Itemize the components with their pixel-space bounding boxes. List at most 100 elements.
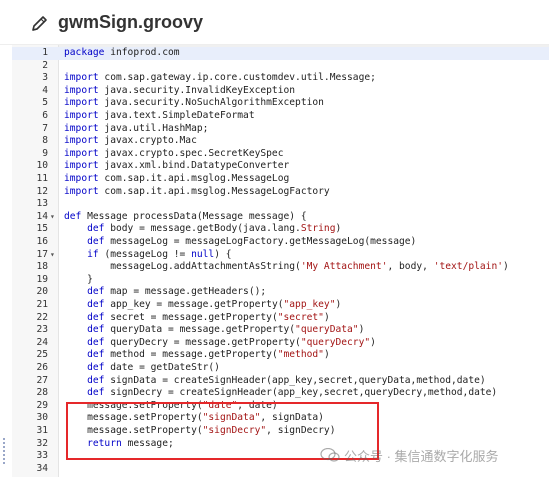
code-line[interactable]: 23 def queryData = message.getProperty("…	[12, 324, 549, 337]
code-line[interactable]: 18 messageLog.addAttachmentAsString('My …	[12, 261, 549, 274]
keyword-token: package	[64, 47, 105, 58]
line-number: 12	[36, 185, 48, 197]
code-line[interactable]: 1 package infoprod.com	[12, 47, 549, 60]
code-line[interactable]: 34	[12, 463, 549, 476]
code-text: def Message processData(Message message)…	[64, 211, 307, 224]
code-line[interactable]: 5 import java.security.NoSuchAlgorithmExc…	[12, 97, 549, 110]
line-number: 29	[36, 399, 48, 411]
code-line[interactable]: 10 import javax.xml.bind.DatatypeConverte…	[12, 160, 549, 173]
code-line[interactable]: 24 def queryDecry = message.getProperty(…	[12, 337, 549, 350]
keyword-token: import	[64, 135, 99, 147]
keyword-token: def	[87, 223, 105, 235]
line-number: 9	[42, 147, 48, 159]
file-title: gwmSign.groovy	[58, 12, 204, 32]
line-number: 10	[36, 160, 48, 172]
line-number: 28	[36, 387, 48, 399]
code-line[interactable]: 16 def messageLog = messageLogFactory.ge…	[12, 236, 549, 249]
code-line[interactable]: 12 import com.sap.it.api.msglog.MessageLo…	[12, 186, 549, 199]
keyword-token: import	[64, 122, 99, 134]
code-token: com.sap.it.api.msglog.MessageLogFactory	[98, 185, 330, 197]
fold-toggle-icon[interactable]: ▾	[50, 211, 58, 224]
code-text: import javax.xml.bind.DatatypeConverter	[64, 160, 289, 173]
string-token: "app_key"	[283, 299, 336, 310]
keyword-token: def	[87, 324, 105, 336]
code-text: def signData = createSignHeader(app_key,…	[64, 375, 486, 388]
fold-toggle-icon[interactable]: ▾	[50, 249, 58, 262]
code-token: queryData = message.getProperty(	[104, 324, 296, 336]
code-line[interactable]: 6 import java.text.SimpleDateFormat	[12, 110, 549, 123]
line-number: 7	[42, 122, 48, 134]
line-number: 27	[36, 374, 48, 386]
code-text: import com.sap.gateway.ip.core.customdev…	[64, 72, 376, 85]
code-token: app_key = message.getProperty(	[104, 299, 284, 310]
code-text: def app_key = message.getProperty("app_k…	[64, 299, 341, 312]
line-number: 22	[36, 311, 48, 323]
code-text: messageLog.addAttachmentAsString('My Att…	[64, 261, 509, 274]
code-line[interactable]: 9 import javax.crypto.spec.SecretKeySpec	[12, 148, 549, 161]
code-line[interactable]: 26 def date = getDateStr()	[12, 362, 549, 375]
keyword-token: import	[64, 72, 99, 84]
line-number: 6	[42, 110, 48, 121]
code-text: import javax.crypto.spec.SecretKeySpec	[64, 148, 284, 161]
keyword-token: import	[64, 185, 99, 197]
code-token: body = message.getBody(java.lang.	[104, 223, 301, 235]
string-token: "queryDecry"	[300, 336, 371, 348]
code-token: java.text.SimpleDateFormat	[98, 110, 255, 121]
line-number: 19	[36, 273, 48, 285]
line-number: 2	[42, 59, 48, 71]
code-token: )	[323, 349, 330, 361]
code-line[interactable]: 8 import javax.crypto.Mac	[12, 135, 549, 148]
keyword-token: def	[87, 374, 105, 386]
edit-icon[interactable]	[30, 13, 50, 33]
string-token: "queryData"	[295, 324, 359, 336]
string-token: String	[300, 223, 336, 235]
line-number: 31	[36, 425, 48, 436]
code-token: , body,	[387, 261, 434, 273]
code-line[interactable]: 25 def method = message.getProperty("met…	[12, 349, 549, 362]
code-line[interactable]: 28 def signDecry = createSignHeader(app_…	[12, 387, 549, 400]
keyword-token: def	[87, 336, 105, 348]
line-number: 11	[36, 173, 48, 184]
code-token: java.security.InvalidKeyException	[98, 84, 296, 96]
code-line[interactable]: 20 def map = message.getHeaders();	[12, 286, 549, 299]
code-line[interactable]: 15 def body = message.getBody(java.lang.…	[12, 223, 549, 236]
code-text: import java.security.InvalidKeyException	[64, 85, 295, 98]
code-line[interactable]: 7 import java.util.HashMap;	[12, 123, 549, 136]
code-line[interactable]: 3 import com.sap.gateway.ip.core.customde…	[12, 72, 549, 85]
code-token: secret = message.getProperty(	[104, 311, 278, 323]
code-line[interactable]: 19 }	[12, 274, 549, 287]
keyword-token: import	[64, 84, 99, 96]
code-line[interactable]: 22 def secret = message.getProperty("sec…	[12, 312, 549, 325]
line-number: 14	[36, 210, 48, 222]
code-token: )	[335, 223, 342, 235]
code-token: queryDecry = message.getProperty(	[104, 336, 301, 348]
keyword-token: def	[64, 210, 82, 222]
code-text: def signDecry = createSignHeader(app_key…	[64, 387, 497, 400]
code-line[interactable]: 13	[12, 198, 549, 211]
code-token: javax.crypto.spec.SecretKeySpec	[98, 147, 284, 159]
code-token: Message processData(Message message) {	[81, 210, 307, 222]
code-token: )	[358, 324, 365, 336]
code-line[interactable]: 2	[12, 60, 549, 73]
code-token: }	[64, 273, 93, 285]
code-line[interactable]: 21 def app_key = message.getProperty("ap…	[12, 299, 549, 312]
line-number: 32	[36, 437, 48, 449]
code-line[interactable]: 27 def signData = createSignHeader(app_k…	[12, 375, 549, 388]
code-line[interactable]: 4 import java.security.InvalidKeyExceptio…	[12, 85, 549, 98]
code-line[interactable]: 17 ▾ if (messageLog != null) {	[12, 249, 549, 262]
code-text: def body = message.getBody(java.lang.Str…	[64, 223, 341, 236]
line-number: 17	[36, 248, 48, 260]
keyword-token: import	[64, 160, 99, 172]
string-token: 'text/plain'	[433, 261, 503, 273]
code-token: ) {	[214, 248, 232, 260]
code-line[interactable]: 11 import com.sap.it.api.msglog.MessageLo…	[12, 173, 549, 186]
code-line[interactable]: 14 ▾ def Message processData(Message messa…	[12, 211, 549, 224]
line-number: 3	[42, 72, 48, 84]
